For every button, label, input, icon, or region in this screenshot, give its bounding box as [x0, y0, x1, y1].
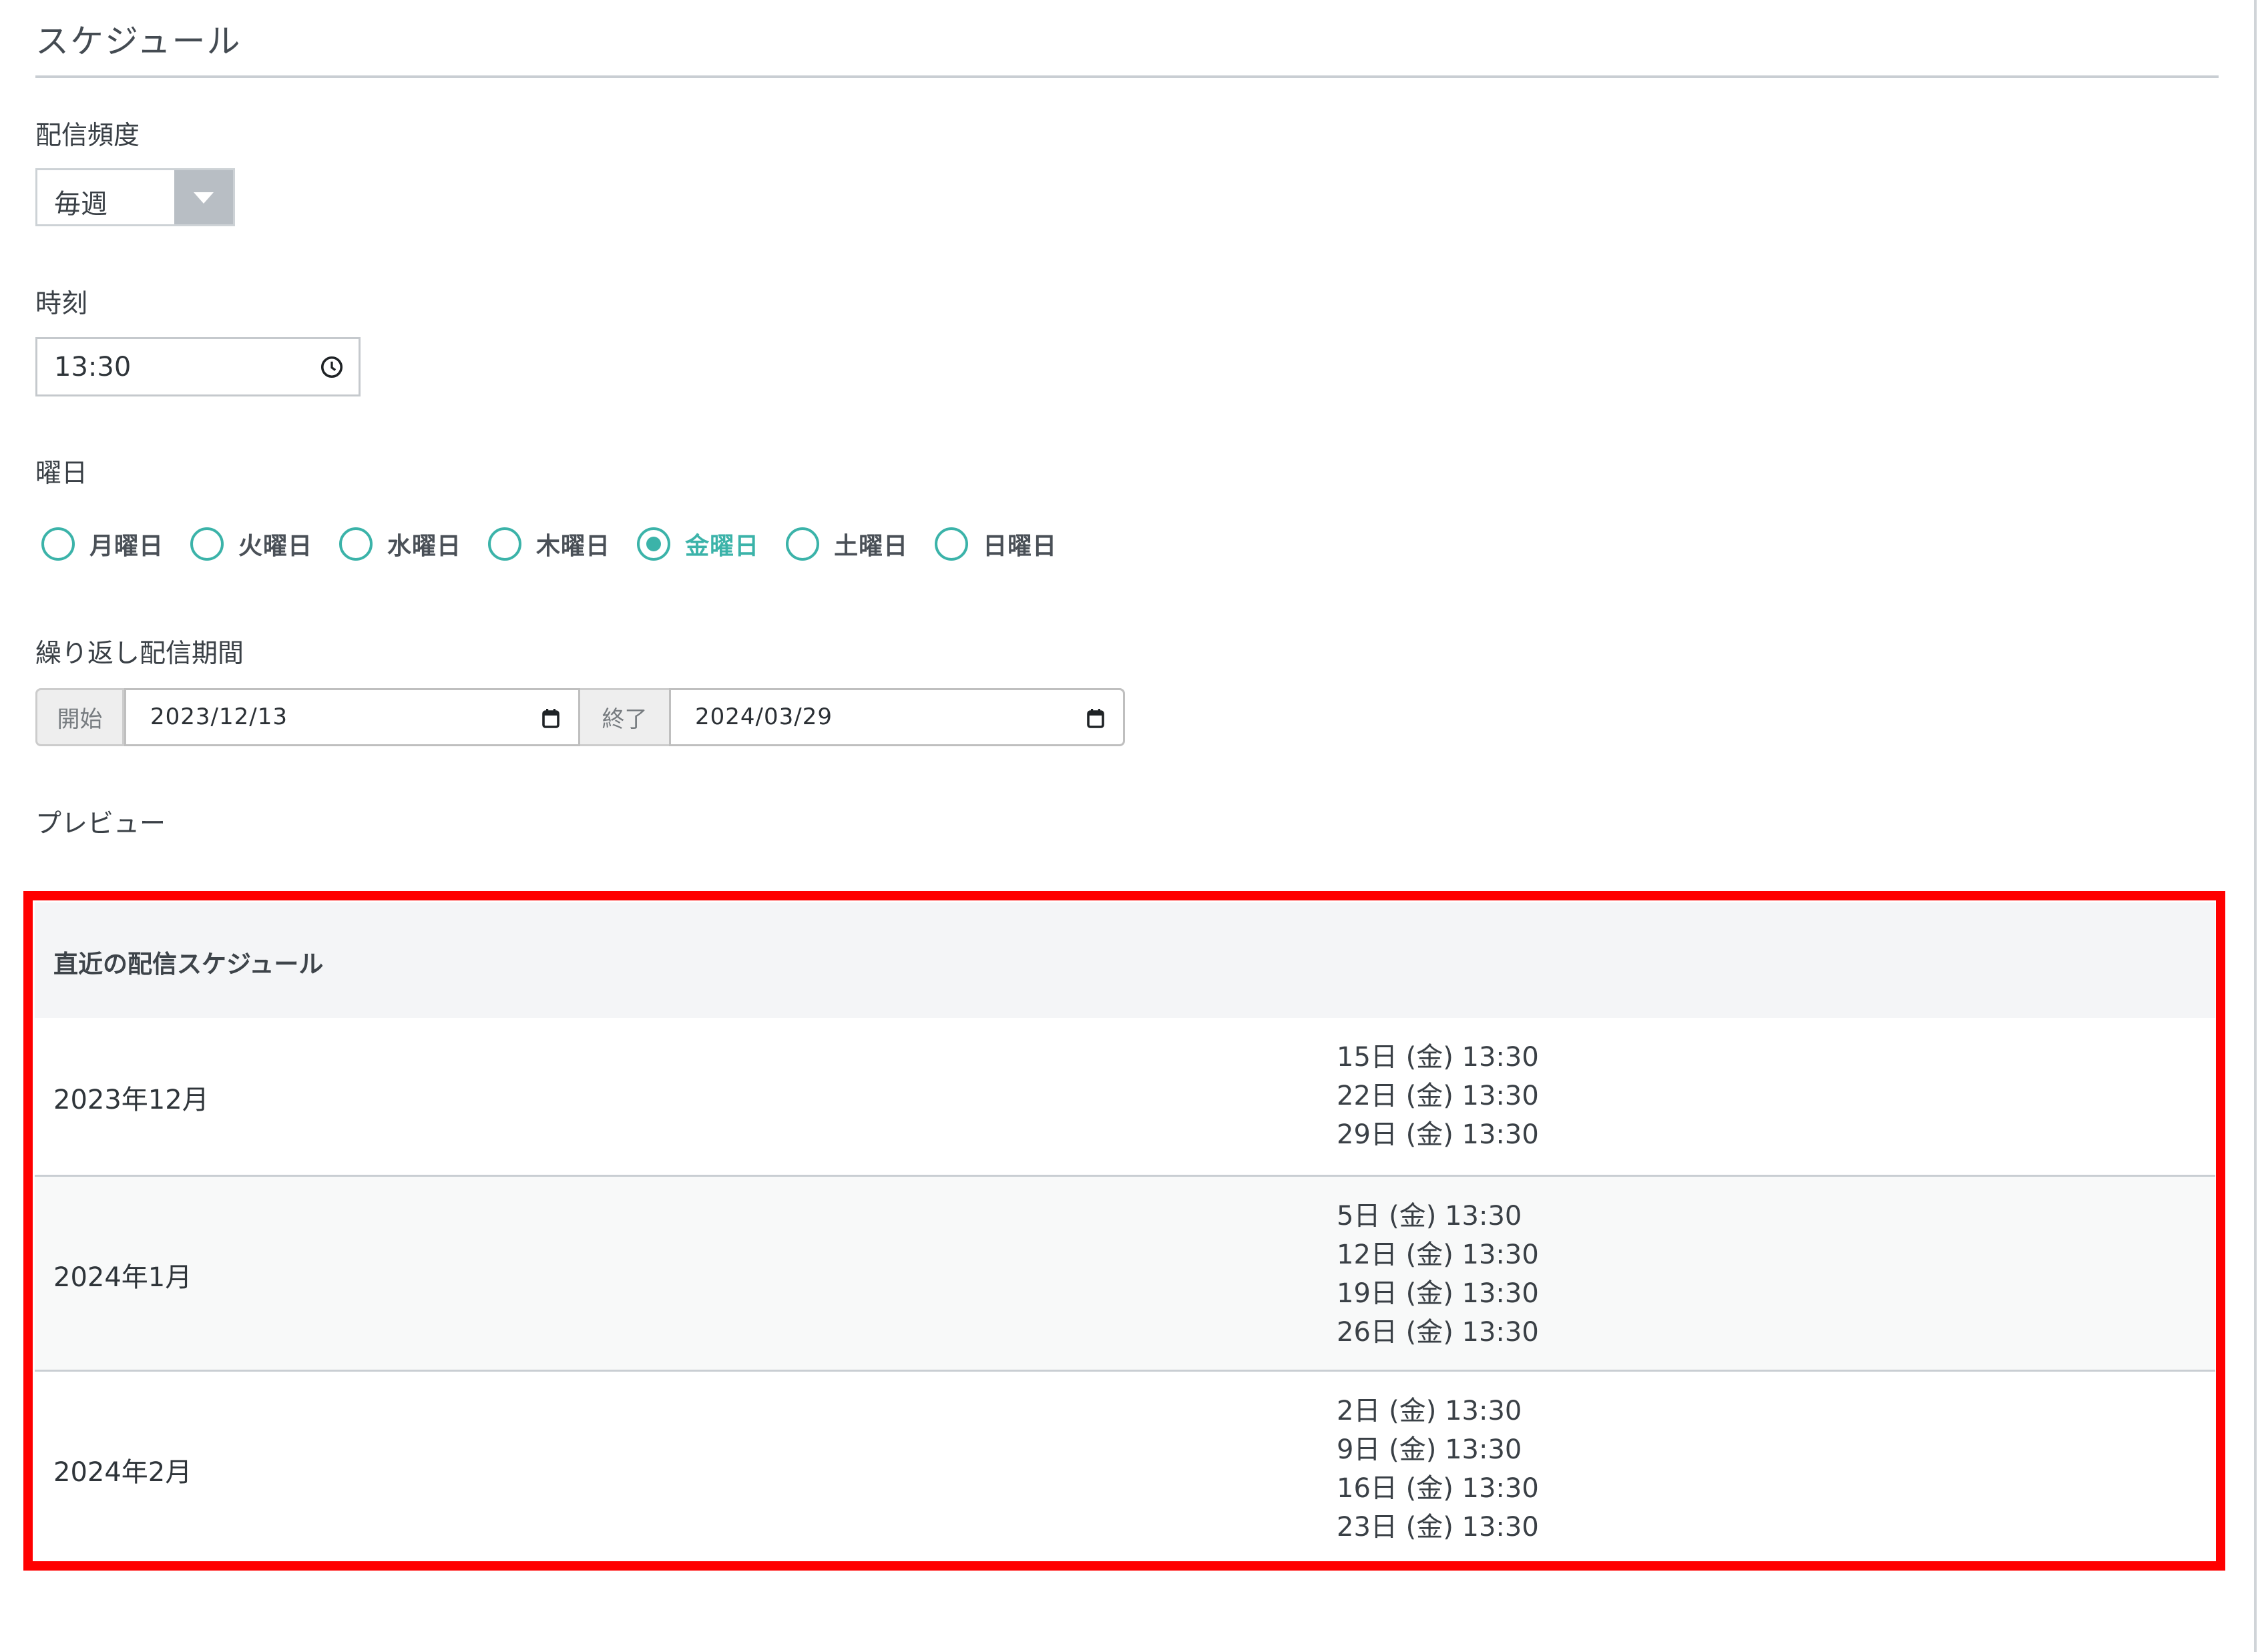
- radio-monday[interactable]: 月曜日: [41, 527, 164, 561]
- radio-friday[interactable]: 金曜日: [637, 527, 759, 561]
- radio-tuesday[interactable]: 火曜日: [190, 527, 312, 561]
- calendar-icon[interactable]: [542, 708, 559, 728]
- period-input-group: 開始 2023/12/13 終了 2024/03/29: [35, 688, 1125, 746]
- time-input[interactable]: 13:30: [35, 337, 361, 396]
- radio-circle-checked[interactable]: [637, 527, 671, 561]
- radio-saturday[interactable]: 土曜日: [786, 527, 908, 561]
- clock-icon[interactable]: [320, 355, 344, 379]
- start-addon: 開始: [35, 688, 124, 746]
- preview-label: プレビュー: [35, 809, 166, 839]
- weekday-label: 曜日: [35, 459, 88, 489]
- radio-circle[interactable]: [190, 527, 224, 561]
- frequency-select-value: 毎週: [54, 189, 107, 220]
- section-divider: [35, 75, 2219, 78]
- time-label: 時刻: [35, 289, 88, 319]
- radio-circle[interactable]: [488, 527, 522, 561]
- weekday-radio-group: 月曜日 火曜日 水曜日 木曜日 金曜日 土曜日 日曜日: [41, 521, 1084, 567]
- frequency-select[interactable]: 毎週: [35, 168, 235, 226]
- highlight-box: [23, 891, 2225, 1571]
- scrollbar[interactable]: [2254, 0, 2257, 1652]
- end-date-input[interactable]: 2024/03/29: [669, 688, 1125, 746]
- radio-circle[interactable]: [786, 527, 820, 561]
- end-date-value: 2024/03/29: [695, 704, 833, 730]
- radio-circle[interactable]: [935, 527, 969, 561]
- radio-circle[interactable]: [339, 527, 373, 561]
- radio-sunday[interactable]: 日曜日: [935, 527, 1057, 561]
- time-input-value: 13:30: [54, 352, 132, 382]
- calendar-icon[interactable]: [1087, 708, 1104, 728]
- period-label: 繰り返し配信期間: [35, 639, 244, 669]
- frequency-select-button[interactable]: [174, 170, 233, 224]
- section-title: スケジュール: [35, 22, 242, 61]
- end-addon: 終了: [580, 688, 669, 746]
- radio-circle[interactable]: [41, 527, 75, 561]
- start-date-input[interactable]: 2023/12/13: [124, 688, 580, 746]
- start-date-value: 2023/12/13: [150, 704, 288, 730]
- radio-thursday[interactable]: 木曜日: [488, 527, 610, 561]
- chevron-down-icon: [194, 192, 214, 204]
- radio-dot: [646, 537, 662, 551]
- frequency-label: 配信頻度: [35, 121, 140, 151]
- radio-wednesday[interactable]: 水曜日: [339, 527, 461, 561]
